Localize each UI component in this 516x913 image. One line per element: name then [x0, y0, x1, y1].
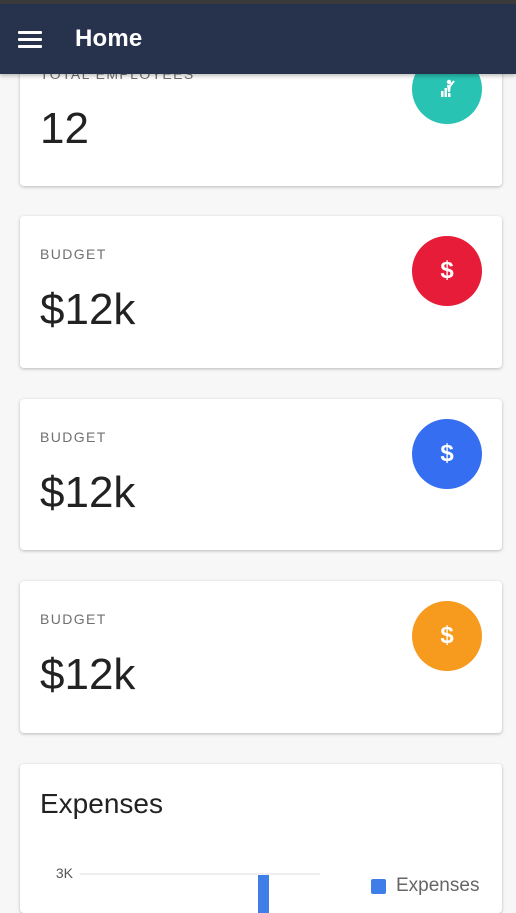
card-value: $12k	[40, 650, 136, 699]
budget-card-red: BUDGET $12k $	[20, 216, 502, 368]
hamburger-menu-icon[interactable]	[18, 28, 44, 50]
expenses-bar	[258, 875, 269, 913]
card-label: BUDGET	[40, 246, 107, 262]
legend-label: Expenses	[396, 875, 480, 896]
card-label: BUDGET	[40, 611, 107, 627]
card-label: BUDGET	[40, 429, 107, 445]
budget-card-orange: BUDGET $12k $	[20, 581, 502, 733]
legend-swatch	[371, 878, 386, 894]
card-value: $12k	[40, 468, 136, 517]
menu-line-1	[18, 31, 42, 34]
card-value: $12k	[40, 285, 136, 334]
card-value: 12	[40, 104, 89, 153]
budget-card-blue: BUDGET $12k $	[20, 399, 502, 550]
page-title: Home	[75, 25, 143, 52]
menu-line-3	[18, 45, 42, 48]
dollar-icon: $	[412, 419, 482, 489]
expenses-card: Expenses 3K Expenses	[20, 764, 502, 913]
dollar-icon: $	[412, 601, 482, 671]
menu-line-2	[18, 38, 42, 41]
top-app-bar: Home	[0, 0, 516, 74]
person-chart-icon-glyph	[441, 79, 455, 97]
dollar-icon: $	[412, 236, 482, 306]
y-axis-tick-3k: 3K	[56, 865, 74, 881]
chart-legend: Expenses	[371, 875, 479, 897]
